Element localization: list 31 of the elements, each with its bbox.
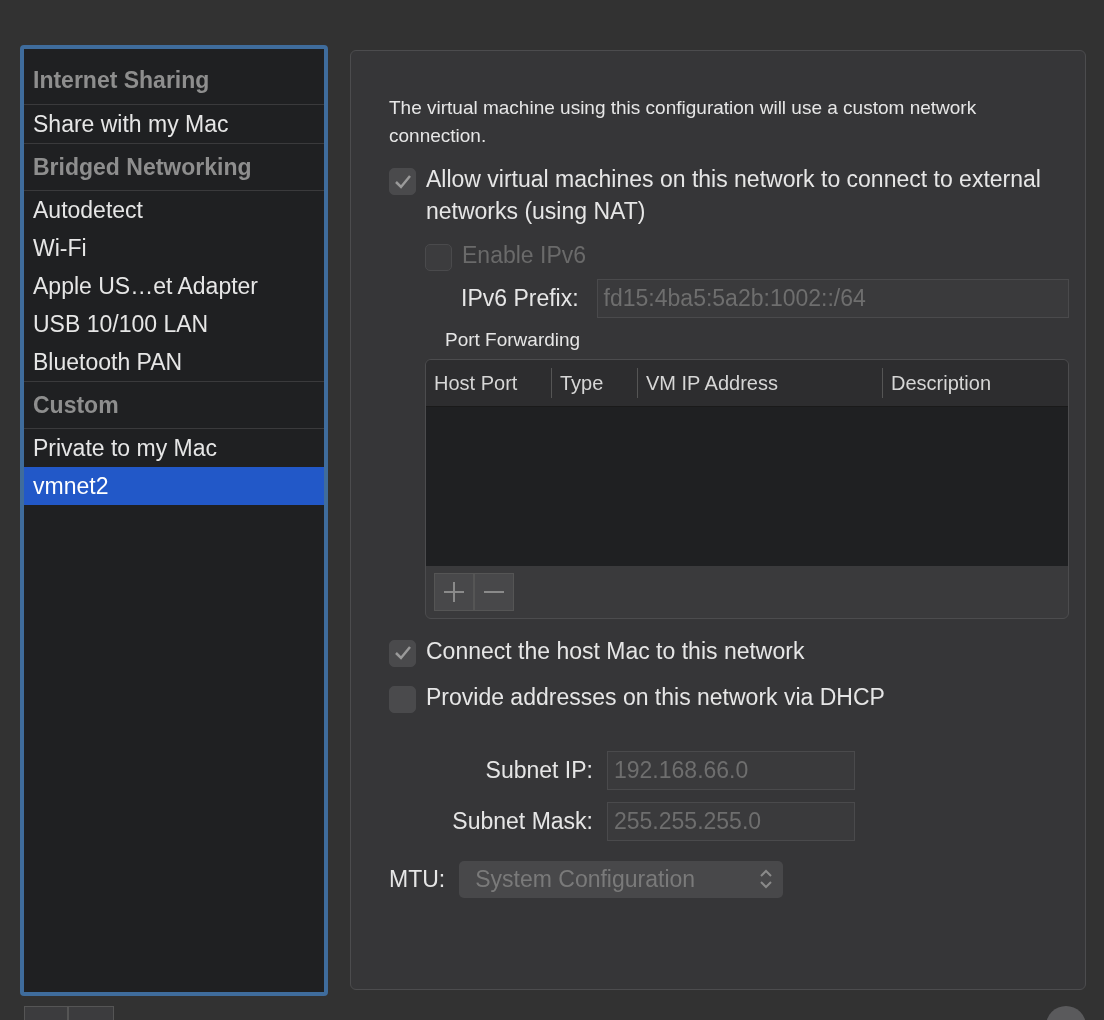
checkbox-label: Provide addresses on this network via DHCP xyxy=(426,682,885,712)
section-header: Bridged Networking xyxy=(24,143,324,191)
plus-icon xyxy=(443,580,465,603)
minus-icon xyxy=(483,589,505,594)
network-item[interactable]: Share with my Mac xyxy=(24,105,324,143)
network-item[interactable]: Bluetooth PAN xyxy=(24,343,324,381)
stepper-arrows-icon xyxy=(759,868,774,890)
field-label: Subnet Mask: xyxy=(452,806,593,836)
network-item[interactable]: USB 10/100 LAN xyxy=(24,305,324,343)
description-text: The virtual machine using this configuration will use a custom network connection. xyxy=(389,96,978,148)
network-item[interactable]: vmnet2 xyxy=(24,467,324,505)
column-header[interactable]: Description xyxy=(883,367,1000,398)
network-item[interactable]: Apple US…et Adapter xyxy=(24,267,324,305)
network-item[interactable]: Private to my Mac xyxy=(24,429,324,467)
column-header[interactable]: VM IP Address xyxy=(638,367,786,398)
section-header: Internet Sharing xyxy=(24,57,324,105)
column-header[interactable]: Host Port xyxy=(426,367,526,398)
network-item[interactable]: Wi-Fi xyxy=(24,229,324,267)
section-header: Custom xyxy=(24,381,324,429)
checkmark-icon xyxy=(393,173,412,190)
checkbox[interactable] xyxy=(389,639,416,667)
checkmark-icon xyxy=(393,645,412,661)
checkbox-label: Connect the host Mac to this network xyxy=(426,636,805,666)
checkbox[interactable] xyxy=(389,168,416,195)
checkbox-label: Allow virtual machines on this network to connect to external networks (using NAT) xyxy=(426,165,1042,226)
field-label: Subnet IP: xyxy=(485,755,593,785)
section-title: Port Forwarding xyxy=(445,328,582,352)
column-header[interactable]: Type xyxy=(552,367,612,398)
field-label: MTU: xyxy=(389,864,446,894)
network-item[interactable]: Autodetect xyxy=(24,191,324,229)
field-label: IPv6 Prefix: xyxy=(461,284,579,314)
